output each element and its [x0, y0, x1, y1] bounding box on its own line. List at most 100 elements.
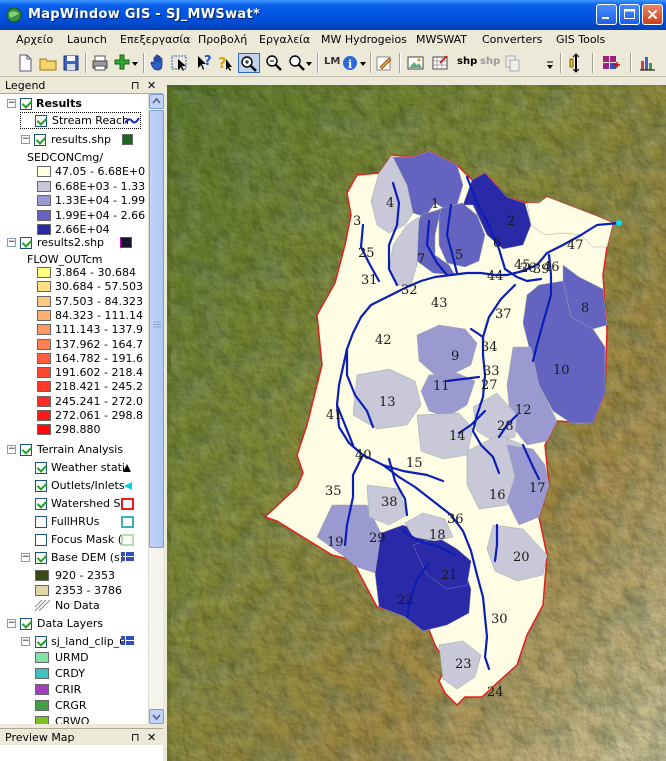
results-shp-checkbox[interactable]	[34, 134, 46, 146]
group-results[interactable]: − Results	[0, 95, 148, 113]
watershed-checkbox[interactable]	[35, 498, 47, 510]
layer-weather-stations[interactable]: Weather stati	[0, 459, 148, 477]
layer-fullhrus[interactable]: FullHRUs	[0, 513, 148, 531]
close-window-button[interactable]	[642, 4, 663, 25]
sedcon-class-label: 47.05 - 6.68E+0	[55, 165, 146, 178]
flow-class-label: 3.864 - 30.684	[55, 266, 136, 279]
image-tool-icon[interactable]	[406, 53, 426, 73]
outlets-label: Outlets/Inlets	[51, 479, 125, 492]
results2-shp-checkbox[interactable]	[20, 237, 32, 249]
preview-map[interactable]	[0, 745, 163, 761]
menu-launch[interactable]: Launch	[67, 33, 107, 46]
legend-scrollbar[interactable]	[148, 94, 164, 724]
add-layer-icon[interactable]	[113, 53, 131, 73]
layer-stream-reach[interactable]: Stream Reach	[20, 112, 141, 129]
pin-icon[interactable]: ⊓	[131, 79, 140, 92]
menu-file[interactable]: Αρχείο	[16, 33, 53, 46]
collapse-results2-shp-icon[interactable]: −	[7, 238, 16, 247]
layer-results-shp[interactable]: − results.shp	[0, 131, 148, 149]
pan-hand-icon[interactable]	[149, 53, 167, 73]
collapse-results-shp-icon[interactable]: −	[21, 135, 30, 144]
map-canvas[interactable]: 1 2 3 4 5 6 7 8 9 10 11 12 13 14 15 16 1…	[167, 85, 666, 761]
menu-tools[interactable]: Εργαλεία	[259, 33, 310, 46]
layer-outlets-inlets[interactable]: Outlets/Inlets	[0, 477, 148, 495]
info-dropdown-arrow-icon[interactable]	[359, 53, 367, 73]
grid-layers-icon[interactable]	[601, 53, 621, 73]
select-arrow-icon[interactable]	[171, 53, 189, 73]
group-terrain-analysis[interactable]: − Terrain Analysis	[0, 441, 148, 459]
outlet-arrow-symbol-icon	[124, 482, 132, 490]
outlets-checkbox[interactable]	[35, 480, 47, 492]
collapse-dem-icon[interactable]: −	[21, 553, 30, 562]
data-layers-checkbox[interactable]	[20, 618, 32, 630]
collapse-terrain-icon[interactable]: −	[7, 445, 16, 454]
maximize-button[interactable]	[619, 4, 640, 25]
focus-mask-checkbox[interactable]	[35, 534, 47, 546]
subbasin-label: 1	[431, 197, 439, 212]
minimize-button[interactable]	[596, 4, 617, 25]
collapse-results-icon[interactable]: −	[7, 99, 16, 108]
layer-results2-shp[interactable]: − results2.shp	[0, 234, 148, 252]
menu-mwswat[interactable]: MWSWAT	[416, 33, 467, 46]
edit-shape-icon[interactable]	[375, 53, 393, 73]
layer-focus-mask[interactable]: Focus Mask (	[0, 531, 148, 549]
group-data-layers[interactable]: − Data Layers	[0, 615, 148, 633]
new-document-icon[interactable]	[16, 53, 34, 73]
zoom-in-button[interactable]	[238, 53, 260, 73]
grid-tool-icon[interactable]	[431, 53, 451, 73]
scroll-thumb[interactable]	[149, 110, 164, 548]
landuse-label: sj_land_clip_u	[51, 635, 127, 648]
results-checkbox[interactable]	[20, 98, 32, 110]
menu-converters[interactable]: Converters	[482, 33, 543, 46]
scroll-up-icon	[152, 97, 161, 104]
subbasin-label: 4	[386, 196, 394, 211]
fullhrus-checkbox[interactable]	[35, 516, 47, 528]
menu-view[interactable]: Προβολή	[198, 33, 247, 46]
shapefile-tool-label[interactable]: shp	[457, 56, 477, 67]
print-icon[interactable]	[91, 53, 109, 73]
info-icon[interactable]: i	[341, 53, 359, 73]
layer-watershed[interactable]: Watershed Sh	[0, 495, 148, 513]
subbasin-label: 27	[481, 378, 498, 393]
subbasin-label: 12	[515, 403, 532, 418]
collapse-data-layers-icon[interactable]: −	[7, 619, 16, 628]
dropdown-arrow-icon[interactable]	[131, 53, 139, 73]
zoom-out-icon[interactable]	[264, 53, 284, 73]
watershed-symbol	[121, 498, 134, 510]
layer-base-dem[interactable]: − Base DEM (s)	[0, 549, 148, 567]
menu-edit[interactable]: Επεξεργασία	[120, 33, 190, 46]
identify-help-icon[interactable]: ?	[194, 53, 212, 73]
landuse-class-row: CRWO	[0, 713, 148, 724]
subbasin-label: 19	[327, 535, 344, 550]
scroll-up-button[interactable]	[149, 94, 164, 109]
landuse-class-label: CRDY	[55, 667, 85, 680]
fullhrus-symbol	[121, 516, 134, 528]
terrain-checkbox[interactable]	[20, 444, 32, 456]
legend-title: Legend	[5, 79, 46, 92]
preview-close-icon[interactable]: ✕	[147, 731, 156, 744]
scroll-down-button[interactable]	[149, 709, 164, 724]
zoom-dropdown-arrow-icon[interactable]	[305, 53, 313, 73]
stream-reach-checkbox[interactable]	[35, 115, 47, 127]
zoom-in-icon	[241, 56, 257, 72]
menu-gis-tools[interactable]: GIS Tools	[556, 33, 605, 46]
menu-mw-hydrogeios[interactable]: MW Hydrogeios	[321, 33, 407, 46]
legend-close-icon[interactable]: ✕	[147, 79, 156, 92]
open-folder-icon[interactable]	[39, 53, 57, 73]
layout-manager-label[interactable]: LM	[324, 56, 340, 67]
toolbar-overflow-icon[interactable]	[545, 53, 555, 73]
sedcon-class-label: 6.68E+03 - 1.33	[55, 179, 146, 193]
subbasin-label: 46	[543, 260, 560, 275]
zoom-extent-icon[interactable]	[287, 53, 307, 73]
save-icon[interactable]	[62, 53, 80, 73]
measure-tool-icon[interactable]	[567, 53, 585, 73]
landuse-checkbox[interactable]	[35, 636, 47, 648]
dem-checkbox[interactable]	[35, 552, 47, 564]
whats-this-icon[interactable]: ?	[216, 53, 234, 73]
collapse-landuse-icon[interactable]: −	[21, 637, 30, 646]
flow-class-label: 111.143 - 137.9	[55, 323, 143, 337]
preview-pin-icon[interactable]: ⊓	[131, 731, 140, 744]
weather-checkbox[interactable]	[35, 462, 47, 474]
chart-tool-icon[interactable]	[638, 53, 658, 73]
close-icon	[647, 9, 658, 20]
